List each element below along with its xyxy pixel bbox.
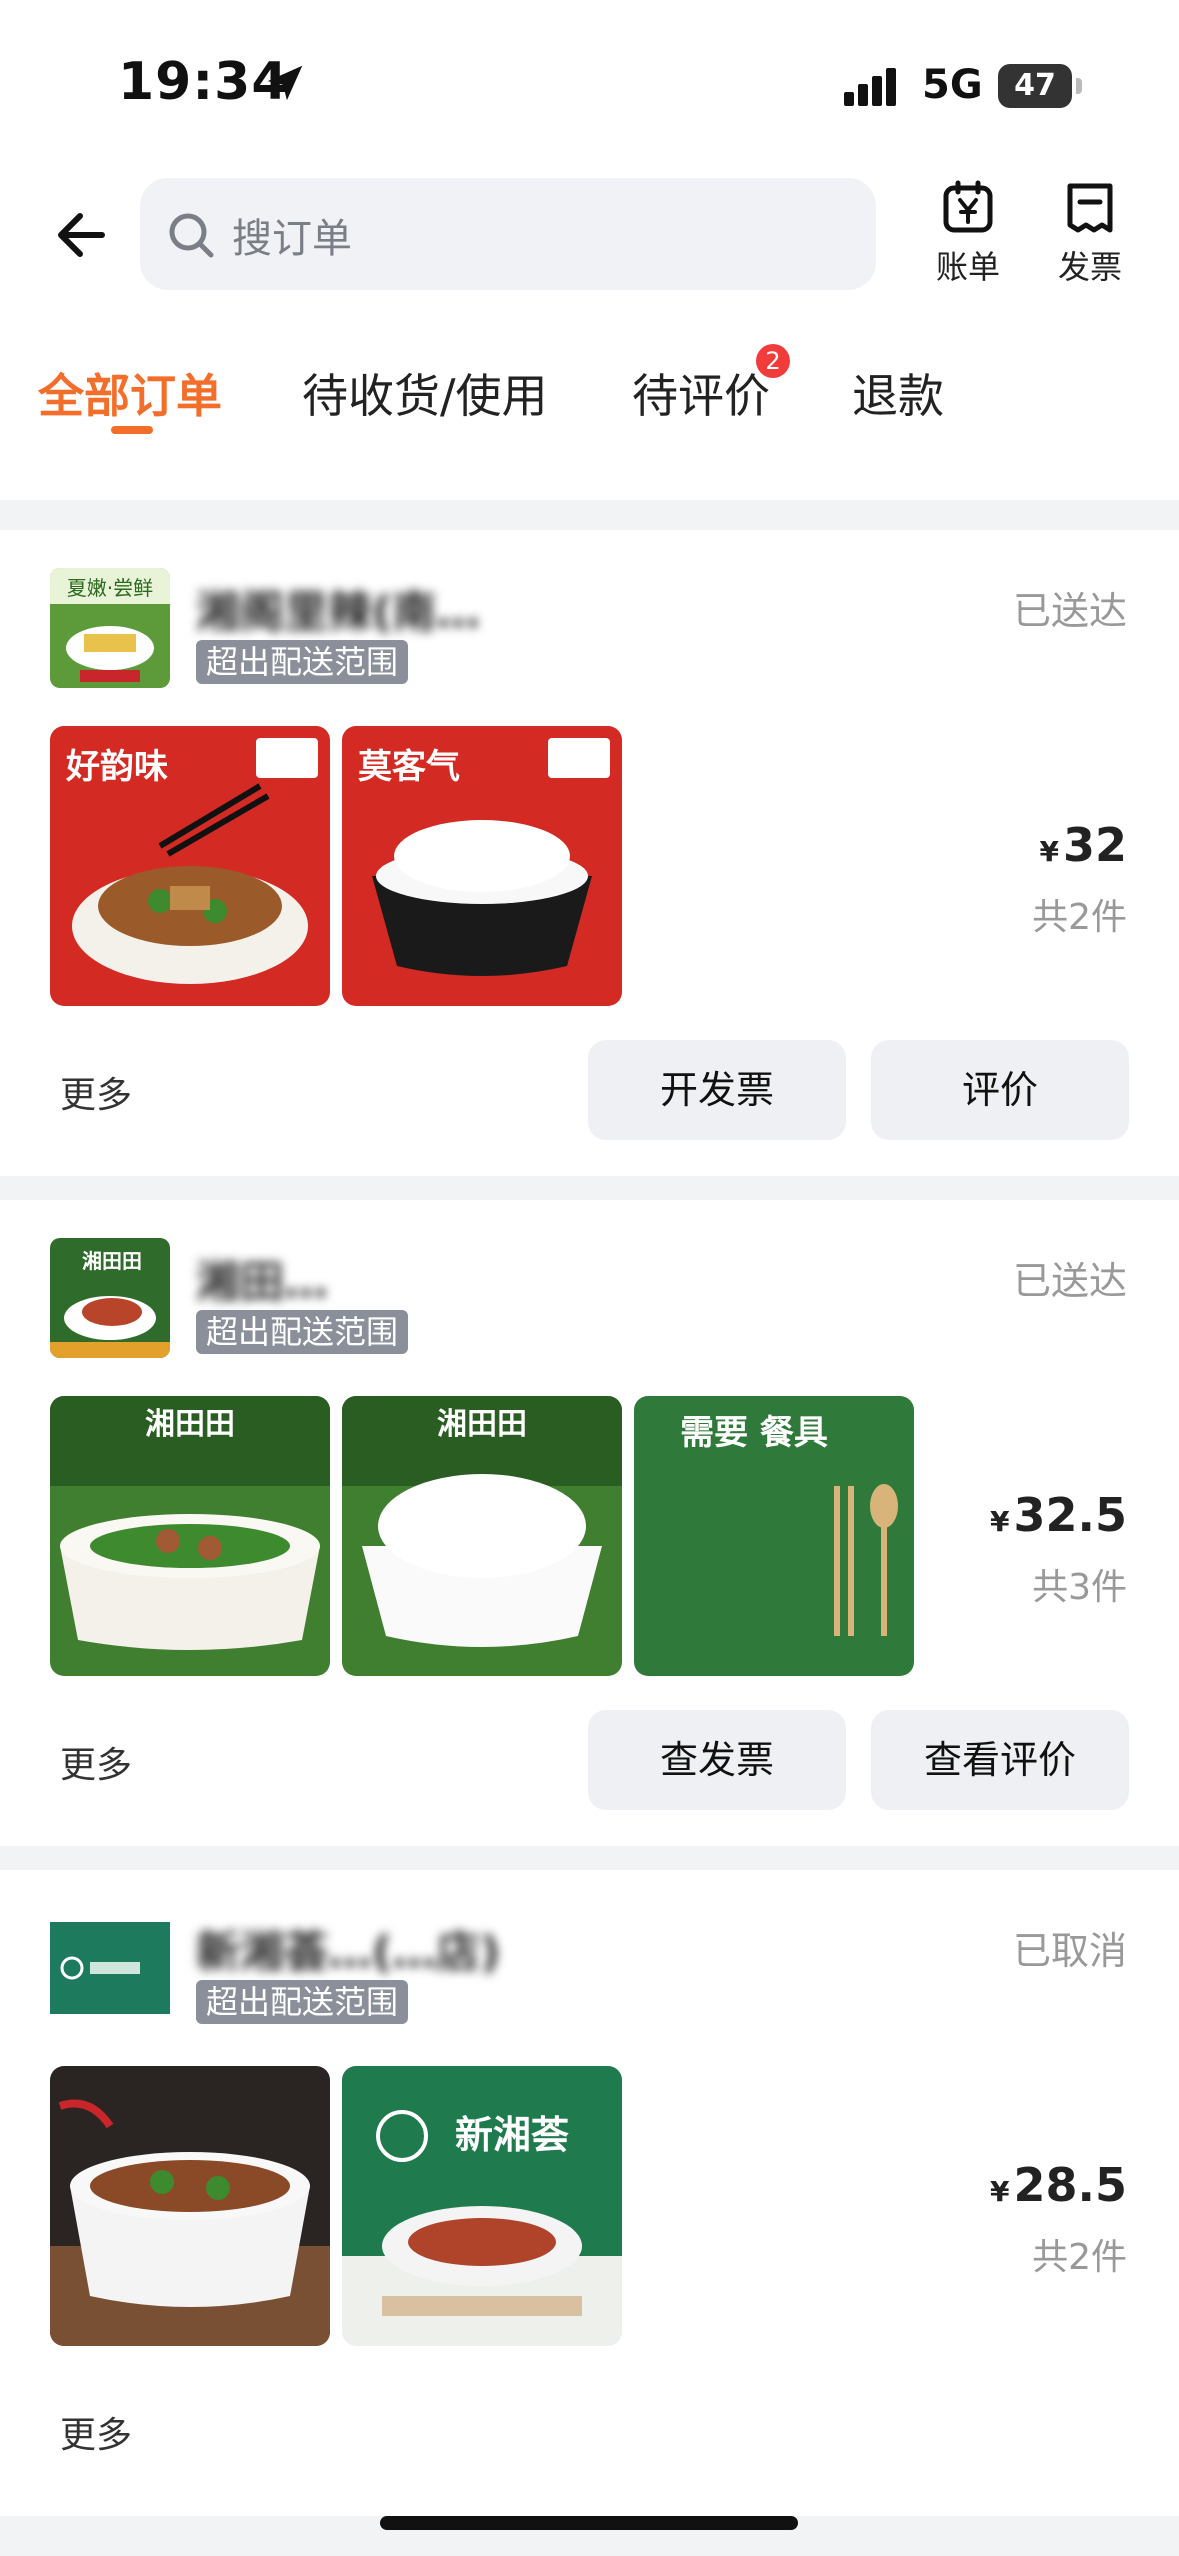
item-caption: 湘田田 <box>437 1407 527 1442</box>
back-arrow-icon[interactable] <box>50 200 120 270</box>
signal-icon <box>844 68 896 106</box>
search-icon <box>169 213 214 258</box>
tab-pending-review[interactable]: 待评价 <box>632 360 770 426</box>
tab-pending-receipt[interactable]: 待收货/使用 <box>302 360 548 426</box>
store-logo[interactable]: 湘田田 <box>50 1238 170 1358</box>
item-image[interactable]: 需要 餐具 <box>634 1396 914 1676</box>
item-caption: 莫客气 <box>358 747 460 787</box>
item-count: 共3件 <box>1032 1567 1127 1608</box>
order-status: 已取消 <box>1012 1929 1127 1973</box>
order-price: ¥32 <box>1040 818 1128 872</box>
order-card-2[interactable]: 湘田田 湘田… 超出配送范围 已送达 湘田田 湘田田 需要 餐具 ¥32.5 共… <box>0 1200 1179 1846</box>
issue-invoice-button[interactable]: 开发票 <box>588 1040 846 1140</box>
tab-active-underline <box>111 426 153 434</box>
item-image[interactable]: 湘田田 <box>342 1396 622 1676</box>
currency-symbol: ¥ <box>1039 835 1059 868</box>
store-name[interactable]: 湘田… <box>196 1246 328 1310</box>
order-status: 已送达 <box>1012 589 1127 633</box>
invoice-label: 发票 <box>1057 248 1122 286</box>
price-value: 28.5 <box>1013 2158 1128 2212</box>
tab-all-orders[interactable]: 全部订单 <box>38 360 222 426</box>
bill-icon <box>943 180 993 233</box>
order-card-3[interactable]: 新湘荟…(…店) 超出配送范围 已取消 新湘荟 ¥28.5 共2件 更多 <box>0 1870 1179 2516</box>
order-card-1[interactable]: 夏嫩·尝鲜 湘阁里辣(南… 超出配送范围 已送达 好韵味 莫客气 ¥32 共2件… <box>0 530 1179 1176</box>
out-of-range-tag: 超出配送范围 <box>196 1980 409 2024</box>
item-image[interactable]: 湘田田 <box>50 1396 330 1676</box>
item-image[interactable]: 新湘荟 <box>342 2066 622 2346</box>
item-count: 共2件 <box>1032 2237 1127 2278</box>
out-of-range-tag: 超出配送范围 <box>196 1310 409 1354</box>
battery-tip <box>1076 78 1082 94</box>
item-count: 共2件 <box>1032 897 1127 938</box>
out-of-range-tag: 超出配送范围 <box>196 640 409 684</box>
invoice-button[interactable]: 发票 <box>1040 180 1140 290</box>
price-value: 32 <box>1062 818 1127 872</box>
item-caption: 新湘荟 <box>455 2113 569 2157</box>
logo-text: 湘田田 <box>82 1249 142 1273</box>
bill-label: 账单 <box>935 248 1000 286</box>
more-button[interactable]: 更多 <box>60 1736 132 1788</box>
item-caption: 湘田田 <box>145 1407 235 1442</box>
currency-symbol: ¥ <box>990 1505 1010 1538</box>
logo-text: 夏嫩·尝鲜 <box>67 576 153 600</box>
view-invoice-button[interactable]: 查发票 <box>588 1710 846 1810</box>
order-price: ¥32.5 <box>990 1488 1127 1542</box>
store-logo[interactable] <box>50 1908 170 2028</box>
item-image[interactable]: 好韵味 <box>50 726 330 1006</box>
battery-icon: 47 <box>998 64 1072 108</box>
order-price: ¥28.5 <box>990 2158 1127 2212</box>
review-button[interactable]: 评价 <box>871 1040 1129 1140</box>
more-button[interactable]: 更多 <box>60 2406 132 2458</box>
order-status: 已送达 <box>1012 1259 1127 1303</box>
more-button[interactable]: 更多 <box>60 1066 132 1118</box>
item-caption: 需要 餐具 <box>680 1413 828 1453</box>
item-caption: 好韵味 <box>65 747 168 787</box>
item-image[interactable] <box>50 2066 330 2346</box>
status-bar: 19:34 5G 47 <box>0 0 1179 150</box>
store-name[interactable]: 新湘荟…(…店) <box>196 1916 500 1980</box>
invoice-icon <box>1067 183 1113 233</box>
network-type: 5G <box>922 62 983 108</box>
bill-button[interactable]: 账单 <box>918 180 1018 290</box>
view-review-button[interactable]: 查看评价 <box>871 1710 1129 1810</box>
store-name[interactable]: 湘阁里辣(南… <box>196 576 480 640</box>
battery-level: 47 <box>1014 68 1056 103</box>
search-placeholder: 搜订单 <box>232 216 352 262</box>
location-arrow-icon <box>267 65 303 101</box>
home-indicator[interactable] <box>380 2516 798 2530</box>
store-logo[interactable]: 夏嫩·尝鲜 <box>50 568 170 688</box>
currency-symbol: ¥ <box>990 2175 1010 2208</box>
price-value: 32.5 <box>1013 1488 1128 1542</box>
tab-refund[interactable]: 退款 <box>852 360 944 426</box>
item-image[interactable]: 莫客气 <box>342 726 622 1006</box>
review-count-badge: 2 <box>756 344 790 378</box>
